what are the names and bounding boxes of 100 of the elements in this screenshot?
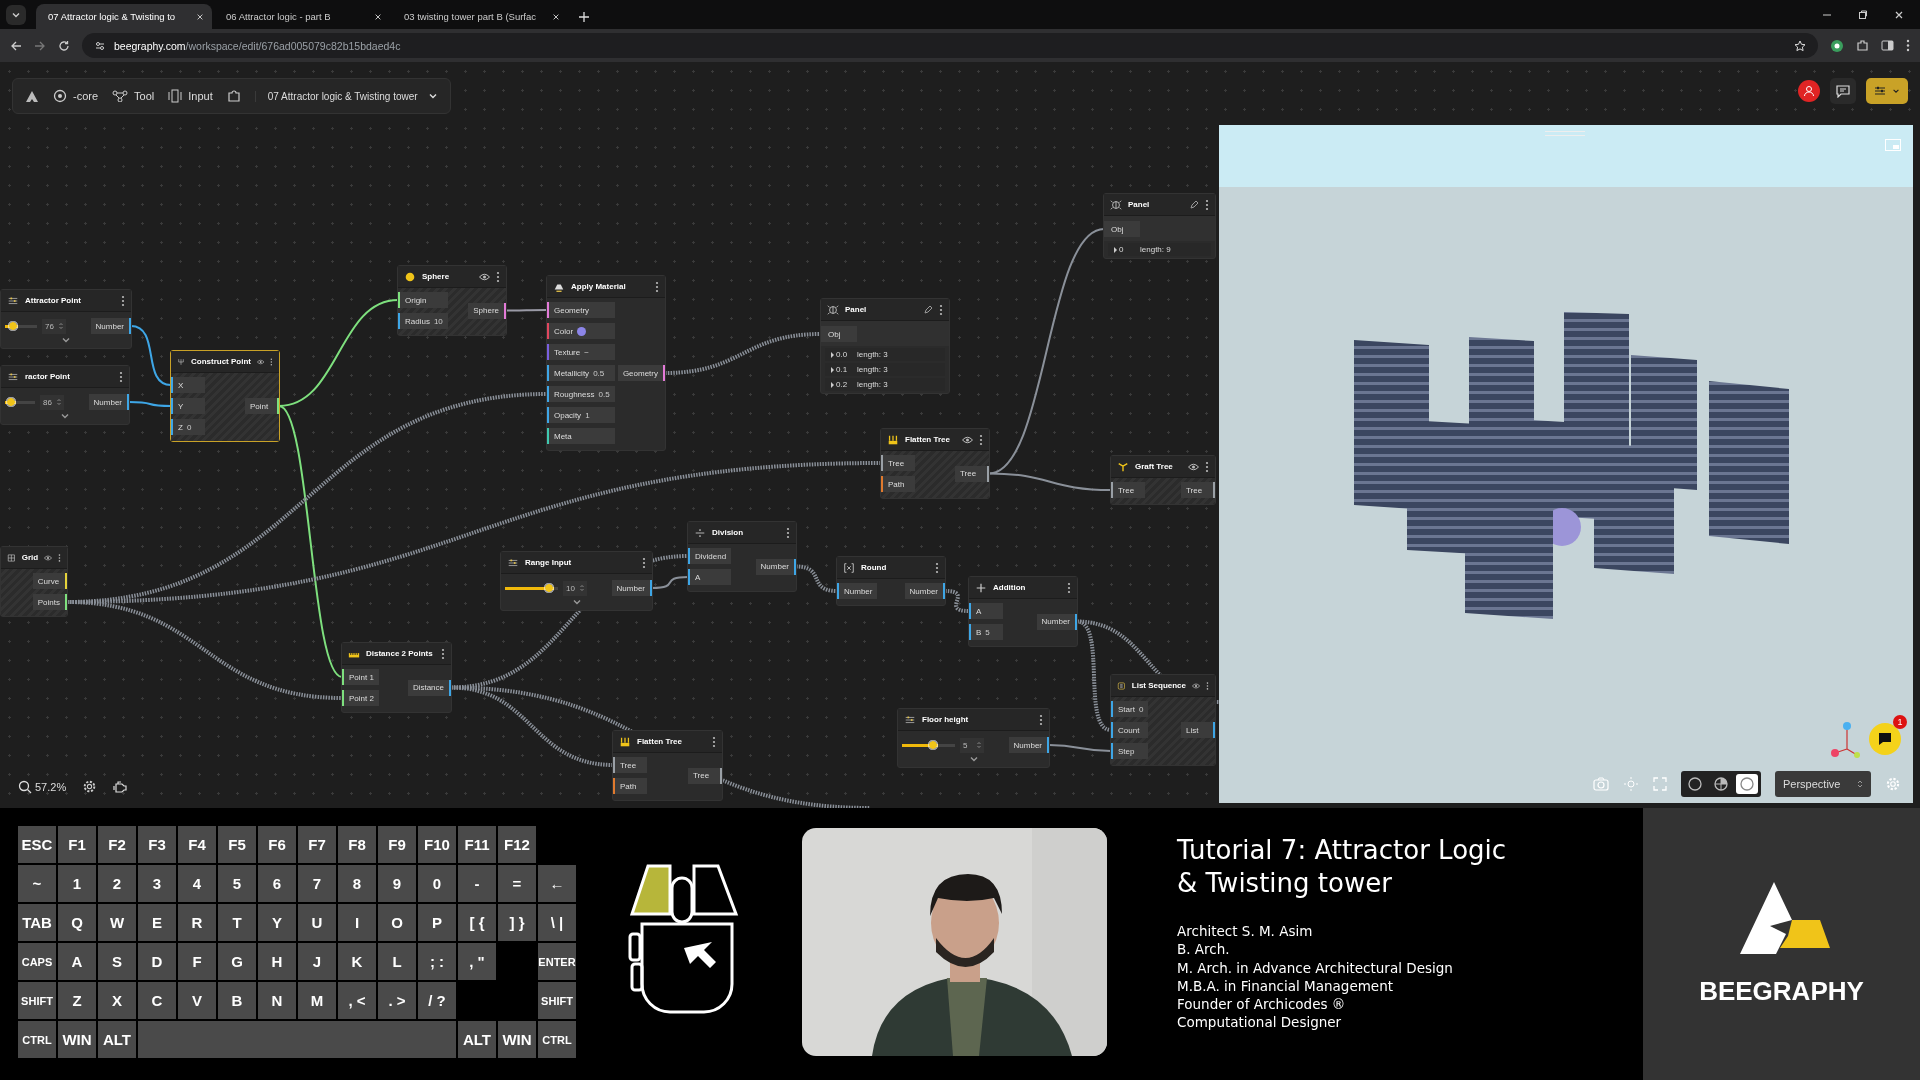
node-menu-icon[interactable] <box>1067 581 1071 594</box>
input-port[interactable]: Path <box>613 778 647 794</box>
node[interactable]: Addition A B 5 Number <box>968 576 1078 647</box>
node-menu-icon[interactable] <box>939 303 943 316</box>
search-icon[interactable] <box>18 779 32 794</box>
tab-search-button[interactable] <box>6 5 26 25</box>
input-port[interactable]: Tree <box>1111 482 1145 498</box>
input-port[interactable]: Point 1 <box>342 669 379 685</box>
expand-icon[interactable] <box>571 597 582 607</box>
eye-icon[interactable] <box>962 435 973 444</box>
node[interactable]: List Sequence Start 0 Count Step List <box>1110 674 1216 766</box>
input-port[interactable]: Roughness 0.5 <box>547 386 615 402</box>
output-port[interactable]: Number <box>1036 613 1077 630</box>
caret-icon[interactable] <box>11 10 21 20</box>
output-port[interactable]: Curve <box>32 573 67 589</box>
caret-icon[interactable] <box>1892 87 1900 95</box>
new-tab-icon[interactable] <box>578 11 590 23</box>
expand-icon[interactable] <box>968 754 979 764</box>
node[interactable]: ractor Point 86 Number <box>0 365 130 425</box>
eye-icon[interactable] <box>1192 681 1201 690</box>
input-port[interactable]: Metallicity 0.5 <box>547 365 615 381</box>
input-port[interactable]: Number <box>837 583 878 599</box>
input-icon[interactable] <box>168 89 183 103</box>
user-button[interactable] <box>1798 80 1820 102</box>
caret-icon[interactable] <box>427 91 438 101</box>
node[interactable]: Panel Obj 0 length: 9 <box>1103 193 1216 259</box>
target-icon[interactable] <box>53 89 67 103</box>
node-menu-icon[interactable] <box>935 561 939 574</box>
eye-icon[interactable] <box>257 357 265 366</box>
node[interactable]: Panel Obj 0.0 length: 3 0.1 length: 3 0.2 length: 3 <box>820 298 950 394</box>
node-menu-icon[interactable] <box>1206 679 1209 692</box>
site-info-icon[interactable] <box>94 39 106 52</box>
node[interactable]: Distance 2 Points Point 1 Point 2 Distance <box>341 642 452 713</box>
input-port[interactable]: Tree <box>613 757 647 773</box>
node[interactable]: Sphere Origin Radius 10 Sphere <box>397 265 507 336</box>
input-port[interactable]: Z 0 <box>171 419 205 435</box>
toolbar-button[interactable]: -core <box>53 89 99 103</box>
restore-icon[interactable] <box>1858 9 1868 20</box>
close-tab-icon[interactable] <box>196 12 204 21</box>
node[interactable]: Range Input 10 Number <box>500 551 653 611</box>
node[interactable]: Graft Tree Tree Tree <box>1110 455 1216 505</box>
node[interactable]: Grid Curve Points <box>0 546 68 617</box>
browser-tab[interactable]: 06 Attractor logic - part B <box>214 4 390 29</box>
node-menu-icon[interactable] <box>121 294 125 307</box>
input-port[interactable]: Tree <box>881 455 915 471</box>
back-icon[interactable] <box>10 39 22 52</box>
output-port[interactable]: Tree <box>1181 482 1215 498</box>
output-port[interactable]: Tree <box>955 465 989 482</box>
camera-dropdown[interactable]: Perspective <box>1775 771 1871 797</box>
pencil-icon[interactable] <box>1190 200 1199 209</box>
output-port[interactable]: Number <box>88 394 129 410</box>
eye-icon[interactable] <box>479 272 490 281</box>
input-port[interactable]: A <box>969 603 1003 619</box>
output-port[interactable]: Number <box>90 318 131 334</box>
node[interactable]: Apply Material Geometry Color Texture − Metallicity 0.5 Roughness 0.5 Opacity 1 Meta Geometry <box>546 275 666 451</box>
reload-icon[interactable] <box>58 39 70 52</box>
puzzle-icon[interactable] <box>1856 39 1869 52</box>
node-menu-icon[interactable] <box>1205 198 1209 211</box>
comments-button[interactable] <box>1830 78 1856 104</box>
node[interactable]: Flatten Tree Tree Path Tree <box>612 730 723 801</box>
engine-icon[interactable] <box>113 780 129 793</box>
input-port[interactable]: Y <box>171 398 205 414</box>
number-field[interactable]: 5 <box>960 737 984 753</box>
output-port[interactable]: Points <box>32 594 67 610</box>
sidebar-icon[interactable] <box>1881 39 1894 52</box>
node[interactable]: Attractor Point 76 Number <box>0 289 132 349</box>
browser-tab[interactable]: 07 Attractor logic & Twisting to <box>36 4 212 29</box>
input-port[interactable]: X <box>171 377 205 393</box>
bookmark-star-icon[interactable] <box>1794 39 1806 52</box>
node[interactable]: Construct Point X Y Z 0 Point <box>170 350 280 442</box>
node-menu-icon[interactable] <box>58 551 61 564</box>
node-menu-icon[interactable] <box>655 280 659 293</box>
node-graph-icon[interactable] <box>112 90 129 102</box>
input-port[interactable]: Point 2 <box>342 690 379 706</box>
pencil-icon[interactable] <box>924 305 933 314</box>
toolbar-button[interactable]: Tool <box>112 90 155 102</box>
chat-icon[interactable] <box>1878 732 1892 746</box>
user-icon[interactable] <box>1803 85 1815 97</box>
input-port[interactable]: B 5 <box>969 624 1003 640</box>
toolbar-button[interactable]: Input <box>168 89 213 103</box>
input-port[interactable]: Start 0 <box>1111 701 1149 717</box>
node[interactable]: Flatten Tree Tree Path Tree <box>880 428 990 499</box>
close-tab-icon[interactable] <box>374 12 382 21</box>
expand-icon[interactable] <box>61 335 71 345</box>
node-menu-icon[interactable] <box>119 370 123 383</box>
input-port[interactable]: Obj <box>1104 221 1140 237</box>
sliders-icon[interactable] <box>1874 85 1886 97</box>
input-port[interactable]: Path <box>881 476 915 492</box>
output-port[interactable]: Number <box>904 583 945 599</box>
logo-icon[interactable] <box>25 89 39 103</box>
input-port[interactable]: Opacity 1 <box>547 407 615 423</box>
node-menu-icon[interactable] <box>786 526 790 539</box>
address-bar[interactable]: beegraphy.com/workspace/edit/676ad005079c82b15bdaed4c <box>82 33 1818 58</box>
browser-tab[interactable]: 03 twisting tower part B (Surfac <box>392 4 568 29</box>
output-port[interactable]: Point <box>245 398 279 414</box>
node-menu-icon[interactable] <box>441 647 445 660</box>
eye-icon[interactable] <box>1188 462 1199 471</box>
node-menu-icon[interactable] <box>496 270 500 283</box>
settings-dropdown[interactable] <box>1866 78 1908 104</box>
forward-icon[interactable] <box>34 39 46 52</box>
